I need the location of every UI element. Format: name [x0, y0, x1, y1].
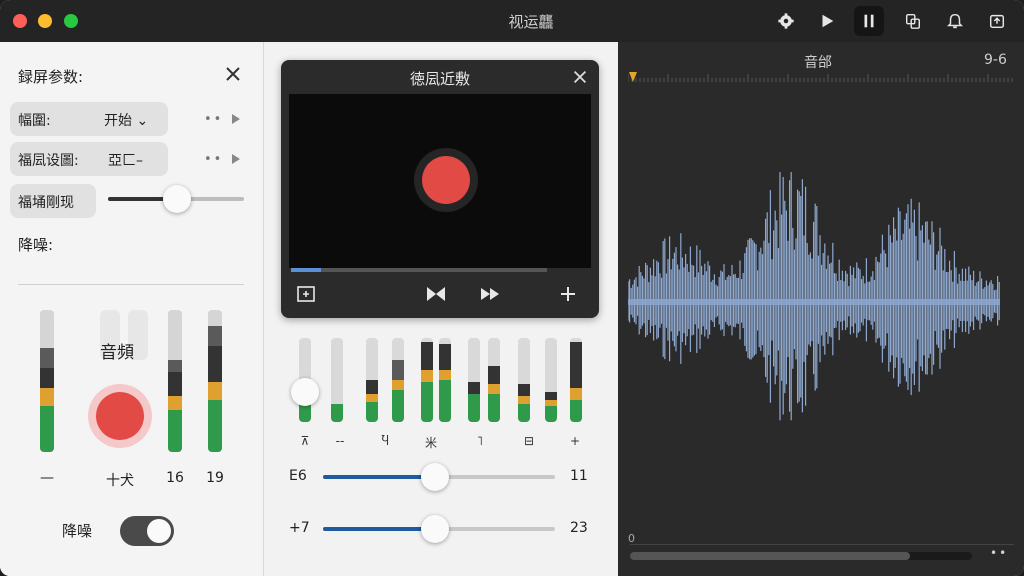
quality-slider-knob[interactable]: [163, 185, 191, 213]
slider-2-fill: [323, 527, 435, 531]
channel-fader[interactable]: [518, 338, 530, 422]
level-meter-2: [168, 310, 182, 452]
channel-fader[interactable]: [545, 338, 557, 422]
channel-fader[interactable]: [366, 338, 378, 422]
preview-title: 徳凨近敷: [409, 70, 470, 88]
waveform-time: 9-6: [984, 52, 1007, 68]
title-bar: 视运龘: [0, 0, 1024, 42]
meter-label: 16: [166, 470, 184, 486]
noise-section-title: 降噪:: [18, 236, 54, 254]
pause-icon[interactable]: [854, 6, 884, 36]
noise-toggle[interactable]: [120, 516, 174, 546]
record-icon: [422, 156, 470, 204]
add-icon[interactable]: [557, 284, 581, 306]
fader-label: +: [569, 434, 581, 448]
channel-fader-knob[interactable]: [291, 378, 319, 406]
fader-label: ⊼: [300, 434, 310, 448]
slider-2-value: 23: [570, 520, 588, 536]
close-icon[interactable]: [223, 64, 243, 84]
chevron-right-icon[interactable]: [232, 114, 240, 124]
record-button[interactable]: [414, 148, 478, 212]
play-icon[interactable]: [812, 6, 842, 36]
export-icon[interactable]: [982, 6, 1012, 36]
timeline-ruler: [628, 74, 1013, 82]
setting-row-1-value[interactable]: 开始 ⌄: [96, 102, 156, 136]
preview-window: 徳凨近敷: [281, 60, 599, 318]
setting-row-3-label: 福埇剛现: [18, 195, 74, 211]
more-dots-icon[interactable]: ••: [990, 546, 1008, 560]
audio-label: 音頻: [100, 343, 134, 363]
record-icon: [96, 392, 144, 440]
audio-waveform[interactable]: [628, 172, 1012, 432]
panel-title: 録屏参数:: [18, 68, 84, 86]
crop-icon[interactable]: [295, 284, 319, 306]
fader-label: ⽶: [424, 436, 437, 450]
split-icon[interactable]: [425, 284, 449, 306]
setting-row-3: 福埇剛现: [10, 184, 96, 218]
channel-fader[interactable]: [468, 338, 480, 422]
channel-fader[interactable]: [570, 338, 582, 422]
timeline-line: [630, 544, 1014, 545]
fader-label: --: [335, 434, 345, 448]
slider-1-knob[interactable]: [421, 463, 449, 491]
slider-1-value: 11: [570, 468, 588, 484]
gear-icon[interactable]: [771, 6, 801, 36]
slider-2-knob[interactable]: [421, 515, 449, 543]
channel-fader[interactable]: [488, 338, 500, 422]
bell-icon[interactable]: [940, 6, 970, 36]
app-window: 视运龘 録屏参数: 幅圍: 开始 ⌄ •• 福凨设圖: 亞匚– •• 福埇剛现 …: [0, 0, 1024, 576]
noise-toggle-label: 降噪: [62, 522, 93, 540]
meter-label: 十犬: [106, 473, 134, 489]
preview-progress[interactable]: [291, 268, 547, 272]
setting-row-2-label: 福凨设圖:: [18, 153, 79, 169]
playhead[interactable]: [629, 72, 637, 82]
timeline-scrollbar[interactable]: [630, 552, 972, 560]
copy-icon[interactable]: [898, 6, 928, 36]
channel-fader[interactable]: [439, 338, 451, 422]
level-meter-3: [208, 310, 222, 452]
fast-forward-icon[interactable]: [479, 284, 503, 306]
preview-screen: [289, 94, 591, 268]
chevron-right-icon[interactable]: [232, 154, 240, 164]
level-meter-1: [40, 310, 54, 452]
record-button[interactable]: [88, 384, 152, 448]
slider-1-label: E6: [289, 468, 307, 484]
channel-fader[interactable]: [331, 338, 343, 422]
meter-label: 19: [206, 470, 224, 486]
slider-1-fill: [323, 475, 435, 479]
more-dots-icon[interactable]: ••: [204, 112, 223, 127]
fader-label: ⊟: [523, 434, 535, 448]
channel-fader[interactable]: [421, 338, 433, 422]
fader-label: ˥: [477, 434, 483, 448]
recording-settings-panel: 録屏参数: 幅圍: 开始 ⌄ •• 福凨设圖: 亞匚– •• 福埇剛现 降噪:: [0, 42, 264, 576]
close-icon[interactable]: [571, 68, 589, 86]
channel-fader[interactable]: [392, 338, 404, 422]
setting-row-1-label: 幅圍:: [18, 113, 51, 129]
divider: [18, 284, 244, 285]
fader-label: Ⴏ: [381, 434, 389, 448]
slider-2-label: +7: [289, 520, 310, 536]
timeline-start: 0: [628, 532, 635, 545]
setting-row-2-value[interactable]: 亞匚–: [100, 142, 151, 176]
meter-label: —: [40, 470, 54, 486]
more-dots-icon[interactable]: ••: [204, 152, 223, 167]
waveform-panel: 音邰 9-6 0 ••: [618, 42, 1024, 576]
mixer-panel: 徳凨近敷 ⊼ -- Ⴏ ⽶ ˥ ⊟ + E6 11 +7 23: [265, 42, 618, 576]
